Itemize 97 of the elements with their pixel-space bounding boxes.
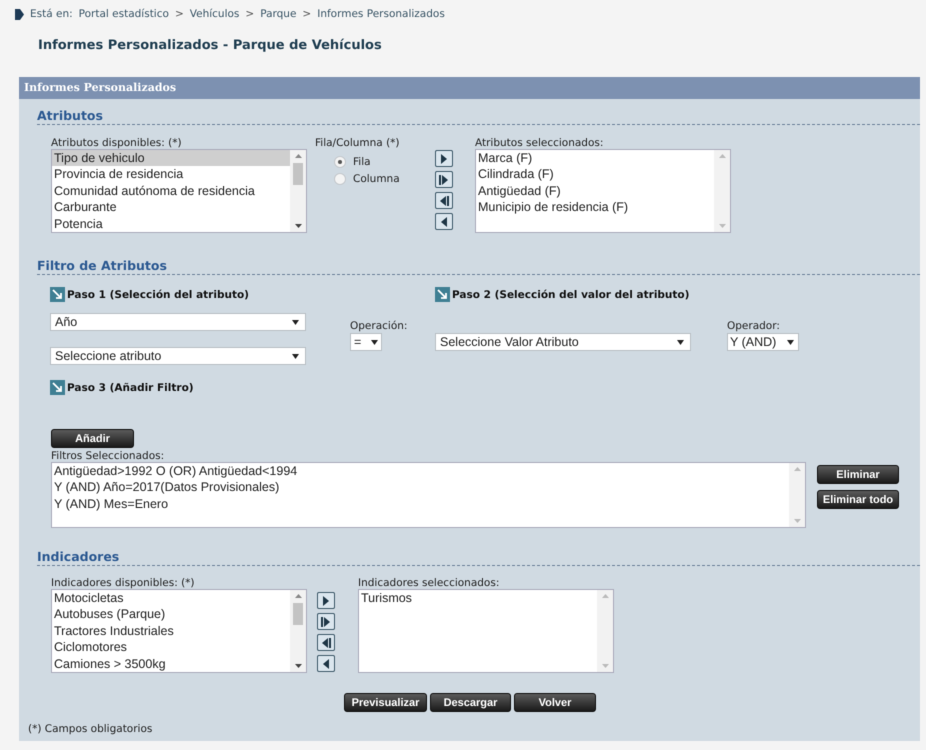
list-item[interactable]: Tractores Industriales (52, 622, 290, 640)
step-heading: Paso 1 (Selección del atributo) (67, 288, 249, 300)
action-button[interactable]: Eliminar todo (817, 490, 899, 509)
radio-label: Fila (353, 156, 371, 168)
breadcrumb-label: Está en: (30, 8, 73, 20)
list-item[interactable]: Ciclomotores (52, 639, 290, 656)
move-button[interactable] (435, 150, 453, 167)
list-item[interactable]: Municipio de residencia (F) (476, 199, 714, 216)
caret-icon (371, 338, 378, 346)
caret-icon (787, 338, 794, 346)
scroll-down-icon (718, 223, 726, 229)
scroll-down-icon (294, 663, 302, 669)
action-button[interactable]: Volver (514, 693, 596, 712)
radio-button[interactable] (334, 156, 346, 168)
scroll-thumb[interactable] (293, 603, 303, 625)
indicator-listbox[interactable]: Motocicletas Autobuses (Parque) Tractores Industriales Ciclomotores Camiones > 3500kg (51, 589, 307, 673)
radio-label: Columna (353, 173, 400, 185)
breadcrumb-separator: > (245, 8, 254, 20)
field-label: Atributos seleccionados: (475, 137, 604, 149)
scrollbar[interactable] (789, 463, 805, 527)
field-label: Atributos disponibles: (*) (51, 137, 183, 149)
section-heading: Indicadores (37, 549, 920, 566)
move-button[interactable] (435, 192, 453, 209)
attribute-dropdown[interactable]: Seleccione atributo (50, 347, 306, 365)
scrollbar[interactable] (714, 150, 730, 232)
attribute-dropdown[interactable]: Año (50, 313, 306, 331)
scroll-down-icon (794, 518, 800, 524)
field-label: Fila/Columna (*) (315, 137, 401, 149)
section-heading: Filtro de Atributos (37, 258, 920, 275)
caret-icon (677, 338, 684, 346)
action-button[interactable]: Eliminar (817, 465, 899, 484)
list-item[interactable]: Camiones > 3500kg (52, 656, 290, 672)
action-button[interactable]: Previsualizar (344, 693, 427, 712)
move-button[interactable] (317, 592, 335, 609)
panel-header: Informes Personalizados (19, 77, 920, 99)
scroll-up-icon (718, 153, 726, 159)
breadcrumb-link[interactable]: Informes Personalizados (317, 8, 445, 20)
page-title: Informes Personalizados - Parque de Vehículos (38, 38, 383, 53)
list-item[interactable]: Cilindrada (F) (476, 166, 714, 183)
list-item[interactable]: Marca (F) (476, 150, 714, 166)
operator-dropdown[interactable]: Y (AND) (727, 333, 799, 351)
move-button[interactable] (317, 634, 335, 651)
scroll-up-icon (294, 593, 302, 599)
action-button[interactable]: Añadir (51, 429, 134, 448)
field-label: Operación: (350, 320, 408, 332)
indicator-listbox[interactable]: Turismos (358, 589, 614, 673)
move-button[interactable] (435, 213, 453, 230)
list-item[interactable]: Antigüedad (F) (476, 182, 714, 200)
scroll-up-icon (294, 153, 302, 159)
list-item[interactable]: Potencia (52, 216, 290, 232)
scroll-down-icon (294, 223, 302, 229)
move-button[interactable] (317, 655, 335, 672)
list-item[interactable]: Autobuses (Parque) (52, 606, 290, 623)
scroll-up-icon (602, 593, 608, 599)
arrow-icon (435, 287, 450, 302)
field-label: Filtros Seleccionados: (51, 450, 166, 462)
step-heading: Paso 2 (Selección del valor del atributo) (452, 288, 690, 300)
action-button[interactable]: Descargar (430, 693, 511, 712)
step-heading: Paso 3 (Añadir Filtro) (67, 382, 194, 394)
list-item[interactable]: Antigüedad>1992 O (OR) Antigüedad<1994 (52, 463, 789, 480)
list-item[interactable]: Provincia de residencia (52, 166, 290, 183)
scroll-thumb[interactable] (293, 163, 303, 185)
arrow-icon (50, 287, 65, 302)
list-item[interactable]: Y (AND) Año=2017(Datos Provisionales) (52, 479, 789, 496)
breadcrumb-separator: > (174, 8, 184, 20)
section-heading: Atributos (37, 108, 920, 125)
footnote: (*) Campos obligatorios (28, 723, 154, 735)
breadcrumb-link[interactable]: Vehículos (190, 8, 240, 20)
arrow-icon (50, 380, 65, 395)
move-button[interactable] (317, 613, 335, 630)
breadcrumb-link[interactable]: Parque (260, 8, 296, 20)
list-item[interactable]: Carburante (52, 199, 290, 216)
list-item[interactable]: Turismos (359, 590, 597, 606)
breadcrumb-separator: > (302, 8, 312, 20)
field-label: Operador: (727, 320, 781, 332)
radio-button[interactable] (334, 173, 346, 185)
attribute-listbox[interactable]: Tipo de vehiculo Provincia de residencia Comunidad autónoma de residencia Carburante Potencia (51, 149, 307, 233)
scrollbar[interactable] (290, 590, 306, 672)
scroll-up-icon (794, 466, 800, 472)
field-label: Indicadores seleccionados: (358, 577, 500, 589)
scrollbar[interactable] (597, 590, 613, 672)
value-dropdown[interactable]: Seleccione Valor Atributo (435, 333, 691, 351)
attribute-listbox[interactable]: Marca (F) Cilindrada (F) Antigüedad (F) Municipio de residencia (F) (475, 149, 731, 233)
list-item[interactable]: Y (AND) Mes=Enero (52, 496, 789, 512)
pointer-icon (15, 8, 24, 20)
operation-dropdown[interactable]: = (350, 333, 382, 351)
list-item[interactable]: Tipo de vehiculo (52, 150, 290, 166)
caret-icon (292, 318, 299, 326)
move-button[interactable] (435, 171, 453, 188)
scrollbar[interactable] (290, 150, 306, 232)
filters-listbox[interactable]: Antigüedad>1992 O (OR) Antigüedad<1994 Y (AND) Año=2017(Datos Provisionales) Y (AND) Mes=Enero (51, 462, 806, 528)
list-item[interactable]: Motocicletas (52, 590, 290, 606)
field-label: Indicadores disponibles: (*) (51, 577, 196, 589)
caret-icon (292, 352, 299, 360)
list-item[interactable]: Comunidad autónoma de residencia (52, 182, 290, 200)
breadcrumb-link[interactable]: Portal estadístico (78, 8, 169, 20)
scroll-down-icon (602, 663, 608, 669)
